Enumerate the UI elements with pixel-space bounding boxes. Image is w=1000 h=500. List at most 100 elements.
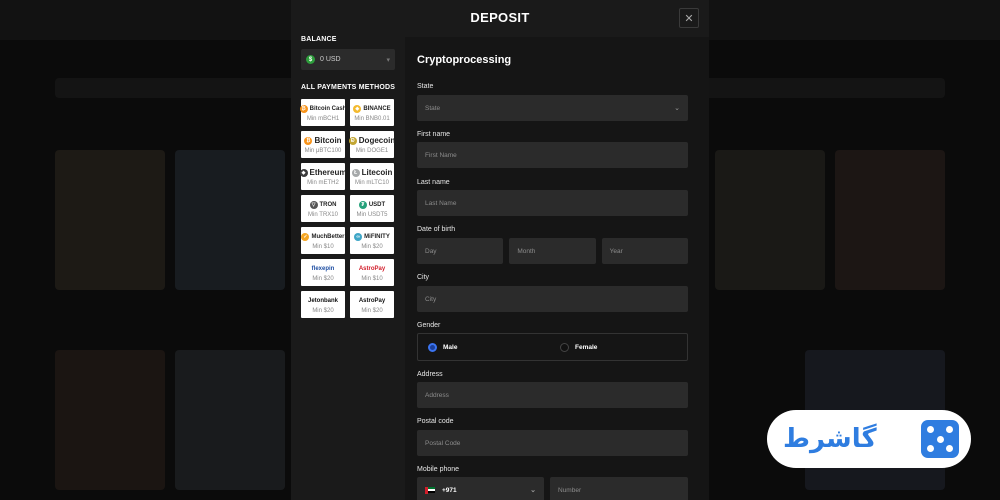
payment-method-logo: ∞ MiFINITY (354, 231, 390, 242)
payment-method-logo: ₿ Bitcoin Cash (299, 103, 347, 114)
mifinity-icon: ∞ (354, 232, 363, 241)
phone-group: +971 ⌄ Number (417, 477, 688, 500)
modal-title: DEPOSIT (470, 10, 530, 25)
deposit-form: Cryptoprocessing State State ⌄ First nam… (405, 37, 709, 500)
gender-male-radio[interactable]: Male (428, 342, 457, 352)
close-button[interactable]: ✕ (679, 8, 699, 28)
payment-method-logo: ✓ MuchBetter (301, 231, 345, 242)
form-title: Cryptoprocessing (417, 54, 512, 66)
payment-method-card[interactable]: flexepin Min $20 (301, 259, 345, 286)
payment-method-min: Min mETH2 (307, 180, 339, 186)
balance-selector[interactable]: $ 0 USD ▾ (301, 49, 395, 70)
payment-method-min: Min TRX10 (308, 212, 338, 218)
payment-method-logo: ◆ BINANCE (353, 103, 391, 114)
payment-method-logo: Jetonbank (308, 295, 338, 306)
payment-method-logo: flexepin (312, 263, 335, 274)
payment-method-name: Dogecoin (358, 136, 396, 145)
payment-method-logo: AstroPay (359, 263, 385, 274)
country-code-value: +971 (442, 486, 457, 494)
dob-label: Date of birth (417, 226, 456, 233)
dob-month-select[interactable]: Month (509, 238, 596, 264)
game-tile (175, 350, 285, 490)
payment-method-logo: Ł Litecoin (351, 167, 393, 178)
payment-method-name: Jetonbank (307, 297, 338, 304)
tether-icon: ₮ (358, 200, 367, 209)
payment-method-min: Min mBCH1 (306, 116, 340, 122)
city-input[interactable]: City (417, 286, 688, 312)
payment-method-min: Min $20 (312, 276, 334, 282)
payment-method-min: Min USDT5 (356, 212, 388, 218)
payment-method-card[interactable]: ₿ Bitcoin Cash Min mBCH1 (299, 99, 347, 126)
payment-method-card[interactable]: Ð Dogecoin Min DOGE1 (348, 131, 396, 158)
payment-method-min: Min $10 (312, 244, 334, 250)
payment-method-name: AstroPay (358, 265, 386, 272)
address-input[interactable]: Address (417, 382, 688, 408)
payment-methods-grid: ₿ Bitcoin Cash Min mBCH1 ◆ BINANCE Min BNB0.0… (299, 99, 396, 318)
gender-female-label: Female (575, 343, 598, 351)
tron-icon: ▽ (309, 200, 318, 209)
game-tile (835, 150, 945, 290)
payment-method-min: Min BNB0.01 (354, 116, 390, 122)
payment-method-min: Min mLTC10 (355, 180, 389, 186)
dob-day-select[interactable]: Day (417, 238, 504, 264)
state-label: State (417, 83, 434, 90)
payment-methods-label: ALL PAYMENTS METHODS (301, 84, 396, 91)
chevron-down-icon: ▾ (386, 56, 390, 64)
phone-number-input[interactable]: Number (550, 477, 688, 500)
date-of-birth-group: Day Month Year (417, 238, 688, 264)
payment-method-logo: ◆ Ethereum (299, 167, 347, 178)
bitcoin-cash-icon: ₿ (299, 104, 308, 113)
payment-method-card[interactable]: AstroPay Min $10 (350, 259, 394, 286)
game-tile (55, 350, 165, 490)
litecoin-icon: Ł (351, 168, 360, 177)
address-label: Address (417, 371, 443, 378)
payment-method-card[interactable]: ▽ TRON Min TRX10 (301, 195, 345, 222)
last-name-input[interactable]: Last Name (417, 190, 688, 216)
payment-method-min: Min DOGE1 (355, 148, 389, 154)
payment-method-card[interactable]: ◆ BINANCE Min BNB0.01 (350, 99, 394, 126)
payment-method-min: Min $20 (361, 244, 383, 250)
payment-method-name: Litecoin (361, 168, 393, 177)
game-tile (55, 150, 165, 290)
postal-code-input[interactable]: Postal Code (417, 430, 688, 456)
dob-year-select[interactable]: Year (601, 238, 688, 264)
game-tile (175, 150, 285, 290)
balance-label: BALANCE (301, 36, 337, 43)
game-tile (715, 150, 825, 290)
deposit-modal: DEPOSIT ✕ BALANCE $ 0 USD ▾ ALL PAYMENTS… (291, 0, 709, 500)
first-name-input[interactable]: First Name (417, 142, 688, 168)
state-select[interactable]: State ⌄ (417, 95, 688, 121)
payment-method-card[interactable]: ✓ MuchBetter Min $10 (301, 227, 345, 254)
bitcoin-icon: ₿ (304, 136, 313, 145)
watermark-logo: گاشرط (767, 410, 971, 468)
payment-method-card[interactable]: Ł Litecoin Min mLTC10 (350, 163, 394, 190)
payment-method-logo: ₿ Bitcoin (304, 135, 342, 146)
state-placeholder: State (425, 104, 441, 112)
payment-method-name: Bitcoin (314, 136, 342, 145)
dogecoin-icon: Ð (348, 136, 357, 145)
payment-method-card[interactable]: AstroPay Min $20 (350, 291, 394, 318)
payment-method-min: Min $20 (361, 308, 383, 314)
payment-method-card[interactable]: ₮ USDT Min USDT5 (350, 195, 394, 222)
gender-group: Male Female (417, 333, 688, 361)
payment-method-name: Ethereum (309, 168, 347, 177)
payment-method-card[interactable]: ∞ MiFINITY Min $20 (350, 227, 394, 254)
payment-method-card[interactable]: ◆ Ethereum Min mETH2 (299, 163, 347, 190)
postal-code-label: Postal code (417, 418, 454, 425)
payment-method-card[interactable]: Jetonbank Min $20 (301, 291, 345, 318)
payment-method-name: Bitcoin Cash (309, 105, 347, 112)
payment-method-card[interactable]: ₿ Bitcoin Min μBTC100 (301, 131, 345, 158)
gender-female-radio[interactable]: Female (560, 342, 598, 352)
first-name-label: First name (417, 131, 451, 138)
close-icon: ✕ (684, 12, 694, 25)
payment-method-name: MiFINITY (364, 233, 390, 240)
payment-method-name: BINANCE (363, 105, 391, 112)
payment-method-name: USDT (368, 201, 386, 208)
watermark-text: گاشرط (783, 424, 877, 454)
payment-method-logo: Ð Dogecoin (348, 135, 396, 146)
mobile-phone-label: Mobile phone (417, 466, 460, 473)
payment-method-min: Min $10 (361, 276, 383, 282)
muchbetter-icon: ✓ (301, 232, 310, 241)
country-code-select[interactable]: +971 ⌄ (417, 477, 544, 500)
chevron-down-icon: ⌄ (530, 487, 536, 494)
